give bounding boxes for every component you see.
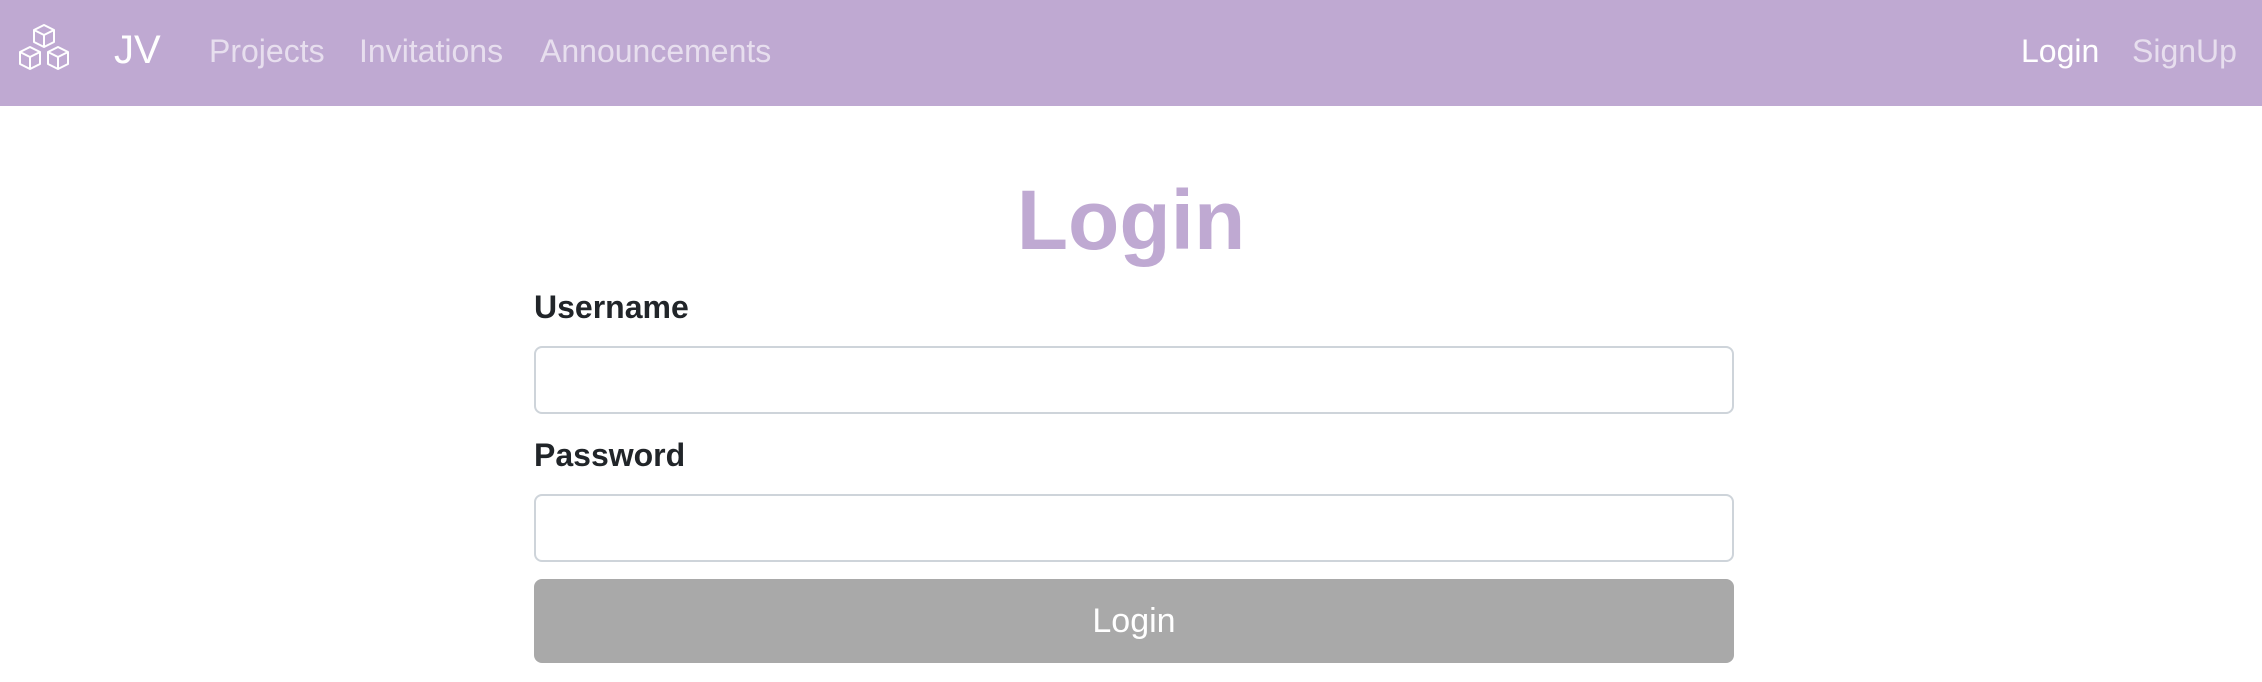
nav-link-login[interactable]: Login	[2021, 30, 2099, 72]
username-label: Username	[534, 289, 689, 325]
brand-link[interactable]: JV	[114, 24, 161, 76]
nav-link-projects[interactable]: Projects	[209, 30, 325, 72]
nav-link-announcements[interactable]: Announcements	[540, 30, 771, 72]
top-navbar: JV Projects Invitations Announcements Lo…	[0, 0, 2262, 106]
password-label: Password	[534, 437, 686, 473]
nav-link-signup[interactable]: SignUp	[2132, 30, 2237, 72]
password-input[interactable]	[534, 494, 1734, 562]
cubes-icon[interactable]	[12, 22, 76, 78]
nav-link-invitations[interactable]: Invitations	[359, 30, 503, 72]
login-submit-button[interactable]: Login	[534, 579, 1734, 663]
page-title: Login	[1016, 173, 1246, 267]
username-input[interactable]	[534, 346, 1734, 414]
